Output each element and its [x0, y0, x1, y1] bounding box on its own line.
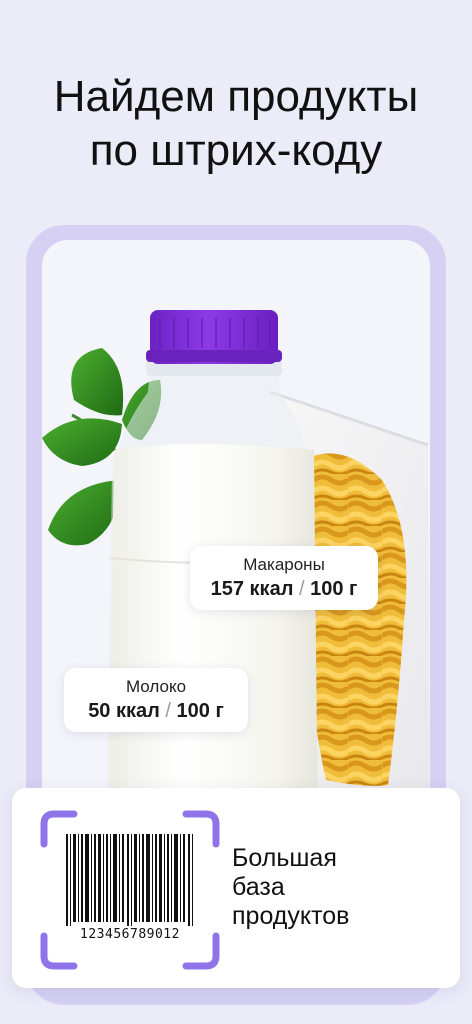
milk-kcal-value: 50 ккал — [88, 700, 160, 722]
caption-line-2: база — [232, 873, 285, 901]
pasta-kcal-unit: 100 г — [310, 578, 358, 600]
milk-calorie-label: Молоко 50 ккал / 100 г — [64, 668, 248, 732]
caption-line-1: Большая — [232, 844, 337, 872]
milk-kcal: 50 ккал / 100 г — [76, 698, 236, 724]
caption-line-3: продуктов — [232, 902, 350, 930]
barcode-scan-panel: 123456789012 Большая база продуктов — [12, 788, 460, 988]
headline-line-1: Найдем продукты — [53, 72, 419, 121]
barcode-scanner[interactable]: 123456789012 — [40, 810, 220, 970]
product-photo-card: Макароны 157 ккал / 100 г Молоко 50 ккал… — [42, 240, 430, 840]
pasta-kcal-value: 157 ккал — [210, 578, 294, 600]
database-caption: Большая база продуктов — [232, 844, 442, 931]
headline-line-2: по штрих-коду — [89, 126, 383, 175]
products-illustration — [42, 310, 430, 840]
pasta-calorie-label: Макароны 157 ккал / 100 г — [190, 546, 378, 610]
milk-kcal-separator: / — [165, 700, 171, 722]
milk-kcal-unit: 100 г — [176, 700, 224, 722]
pasta-name: Макароны — [243, 555, 325, 574]
barcode-icon — [66, 834, 193, 926]
page-headline: Найдем продукты по штрих-коду — [0, 70, 472, 178]
barcode-number: 123456789012 — [80, 927, 180, 942]
pasta-kcal: 157 ккал / 100 г — [202, 576, 366, 602]
milk-name: Молоко — [125, 677, 187, 696]
pasta-kcal-separator: / — [298, 578, 305, 600]
